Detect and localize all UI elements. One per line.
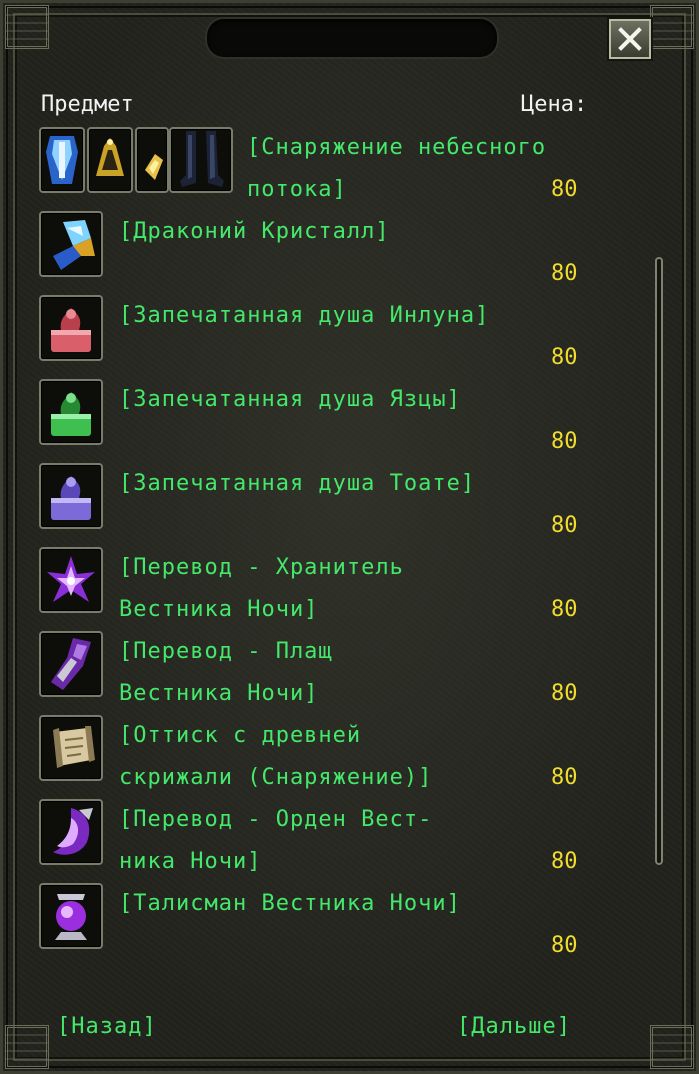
back-button[interactable]: [Назад] xyxy=(57,1007,157,1047)
helmet-icon[interactable] xyxy=(87,127,133,193)
price-column-header: Цена: xyxy=(521,92,588,117)
close-button[interactable] xyxy=(609,19,651,59)
corner-ornament xyxy=(650,1025,694,1069)
item-name-line1[interactable]: [Талисман Вестника Ночи] xyxy=(119,883,461,925)
list-item[interactable]: [Талисман Вестника Ночи] 80 xyxy=(3,883,699,967)
item-name-line1[interactable]: [Снаряжение небесного xyxy=(247,127,546,169)
list-item[interactable]: [Оттиск с древней скрижали (Снаряжение)]… xyxy=(3,715,699,799)
night-herald-cloak-icon[interactable] xyxy=(39,631,103,697)
scrollbar[interactable] xyxy=(655,257,663,865)
item-name-line1[interactable]: [Запечатанная душа Тоате] xyxy=(119,463,475,505)
list-item[interactable]: [Запечатанная душа Инлуна] 80 xyxy=(3,295,699,379)
armor-chest-icon[interactable] xyxy=(39,127,85,193)
list-item[interactable]: [Перевод - Хранитель Вестника Ночи] 80 xyxy=(3,547,699,631)
list-item[interactable]: [Снаряжение небесного потока] 80 xyxy=(3,127,699,211)
dragon-crystal-icon[interactable] xyxy=(39,211,103,277)
item-name-line2[interactable]: Вестника Ночи] xyxy=(119,589,318,631)
item-price: 80 xyxy=(551,849,578,874)
item-name-line2[interactable]: Вестника Ночи] xyxy=(119,673,318,715)
corner-ornament xyxy=(5,1025,49,1069)
item-price: 80 xyxy=(551,345,578,370)
list-item[interactable]: [Запечатанная душа Тоате] 80 xyxy=(3,463,699,547)
item-price: 80 xyxy=(551,177,578,202)
item-name-line1[interactable]: [Перевод - Хранитель xyxy=(119,547,404,589)
list-item[interactable]: [Драконий Кристалл] 80 xyxy=(3,211,699,295)
item-price: 80 xyxy=(551,429,578,454)
next-button[interactable]: [Дальше] xyxy=(457,1007,571,1047)
boots-icon[interactable] xyxy=(169,127,233,193)
item-price: 80 xyxy=(551,513,578,538)
item-price: 80 xyxy=(551,261,578,286)
title-bar xyxy=(205,17,499,59)
close-icon xyxy=(618,27,642,51)
item-column-header: Предмет xyxy=(41,92,134,117)
item-name-line1[interactable]: [Перевод - Плащ xyxy=(119,631,333,673)
item-name-line1[interactable]: [Драконий Кристалл] xyxy=(119,211,390,253)
item-name-line1[interactable]: [Запечатанная душа Инлуна] xyxy=(119,295,489,337)
corner-ornament xyxy=(650,5,694,49)
list-item[interactable]: [Перевод - Орден Вест- ника Ночи] 80 xyxy=(3,799,699,883)
night-herald-guardian-icon[interactable] xyxy=(39,547,103,613)
item-name-line1[interactable]: [Запечатанная душа Язцы] xyxy=(119,379,461,421)
item-name-line1[interactable]: [Оттиск с древней xyxy=(119,715,361,757)
item-name-line2[interactable]: потока] xyxy=(247,169,347,211)
item-name-line2[interactable]: ника Ночи] xyxy=(119,841,261,883)
sealed-soul-red-icon[interactable] xyxy=(39,295,103,361)
corner-ornament xyxy=(5,5,49,49)
night-herald-talisman-icon[interactable] xyxy=(39,883,103,949)
ancient-tablet-scroll-icon[interactable] xyxy=(39,715,103,781)
shop-window: Предмет Цена: [Снаряжение небесного пото… xyxy=(0,0,699,1074)
item-name-line2[interactable]: скрижали (Снаряжение)] xyxy=(119,757,432,799)
item-price: 80 xyxy=(551,765,578,790)
sealed-soul-purple-icon[interactable] xyxy=(39,463,103,529)
item-name-line1[interactable]: [Перевод - Орден Вест- xyxy=(119,799,432,841)
gauntlet-icon[interactable] xyxy=(135,127,169,193)
sealed-soul-green-icon[interactable] xyxy=(39,379,103,445)
list-item[interactable]: [Запечатанная душа Язцы] 80 xyxy=(3,379,699,463)
item-price: 80 xyxy=(551,681,578,706)
list-item[interactable]: [Перевод - Плащ Вестника Ночи] 80 xyxy=(3,631,699,715)
item-price: 80 xyxy=(551,933,578,958)
item-price: 80 xyxy=(551,597,578,622)
night-herald-order-icon[interactable] xyxy=(39,799,103,865)
